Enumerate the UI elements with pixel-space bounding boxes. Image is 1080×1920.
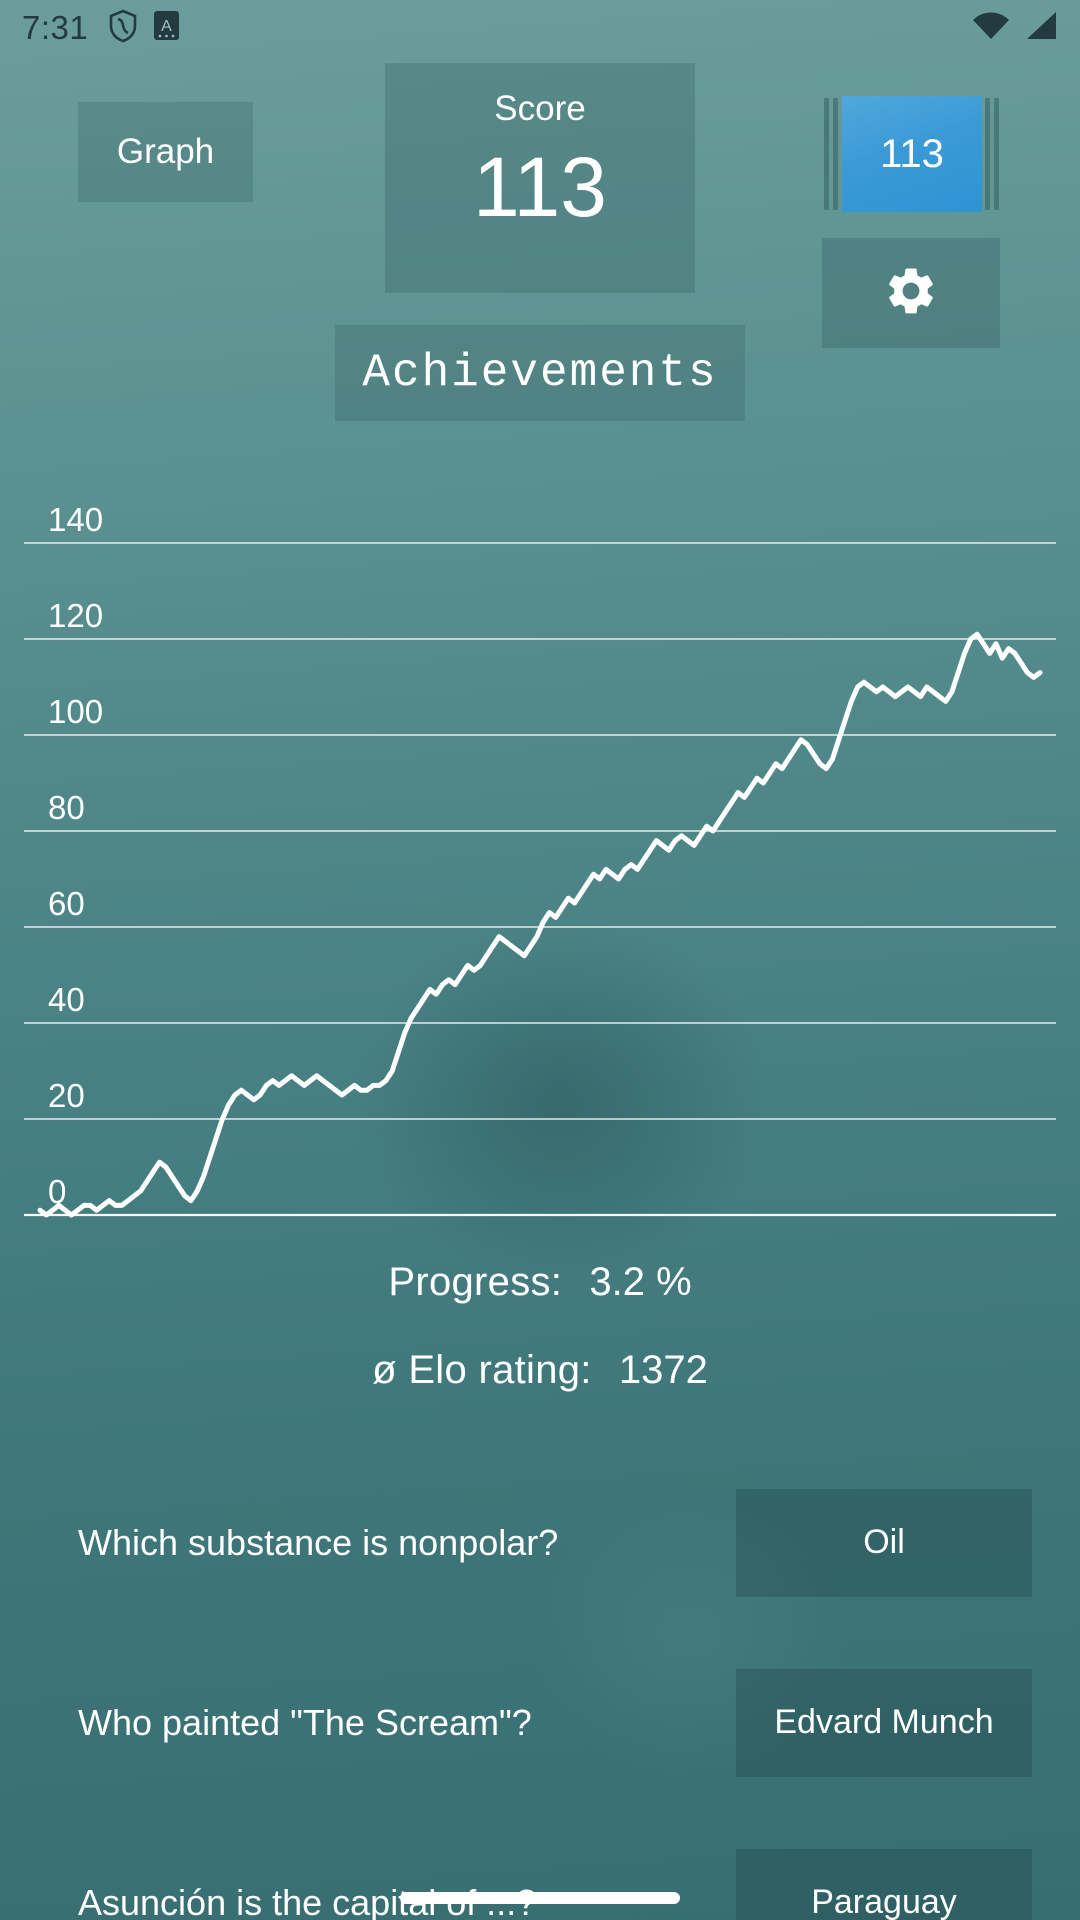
question-text: Which substance is nonpolar? [78, 1521, 559, 1563]
progress-value: 3.2 % [589, 1260, 692, 1304]
settings-button[interactable] [822, 238, 1000, 348]
app-root: 7:31 A Graph Score 113 Achievements 113 … [0, 0, 1080, 1920]
chart-y-tick-label: 20 [48, 1077, 85, 1114]
gear-icon [883, 263, 939, 324]
chart-y-tick-label: 40 [48, 981, 85, 1018]
chart-y-tick-label: 140 [48, 501, 103, 538]
chart-series-line [37, 631, 1043, 1218]
streak-card-wrapper[interactable]: 113 [822, 96, 1002, 212]
question-row[interactable]: Who painted "The Scream"? Edvard Munch [0, 1635, 1080, 1810]
progress-label: Progress: [388, 1260, 563, 1304]
chart-y-tick-label: 120 [48, 597, 103, 634]
wifi-icon [972, 11, 1010, 46]
streak-edge-right-outer [994, 98, 999, 210]
score-value: 113 [473, 140, 607, 234]
score-card[interactable]: Score 113 [385, 63, 695, 293]
question-row[interactable]: Which substance is nonpolar? Oil [0, 1455, 1080, 1630]
score-label: Score [494, 89, 586, 128]
graph-button-label: Graph [116, 132, 215, 171]
streak-edge-left-inner [833, 98, 838, 210]
chart-y-tick-label: 60 [48, 885, 85, 922]
streak-edge-right-inner [985, 98, 990, 210]
shield-icon [108, 9, 138, 48]
elo-stat: ø Elo rating: 1372 [0, 1348, 1080, 1393]
question-text: Who painted "The Scream"? [78, 1701, 532, 1743]
status-bar-clock: 7:31 [22, 9, 89, 46]
graph-button[interactable]: Graph [78, 102, 253, 202]
answer-button[interactable]: Paraguay [736, 1848, 1032, 1920]
status-bar: 7:31 A [0, 0, 1080, 56]
streak-card[interactable]: 113 [842, 96, 982, 212]
achievements-title-banner: Achievements [335, 325, 745, 421]
cell-signal-icon [1024, 11, 1058, 46]
elo-label: ø Elo rating: [372, 1348, 592, 1392]
alphabet-badge-icon: A [153, 10, 180, 46]
page-title: Achievements [362, 347, 718, 399]
status-bar-left-icons: A [108, 9, 180, 48]
chart-y-tick-label: 100 [48, 693, 103, 730]
home-gesture-bar[interactable] [400, 1892, 680, 1904]
status-bar-right-icons [972, 11, 1058, 46]
elo-value: 1372 [618, 1348, 708, 1392]
answer-button[interactable]: Edvard Munch [736, 1668, 1032, 1777]
progress-stat: Progress: 3.2 % [0, 1260, 1080, 1305]
score-history-chart[interactable]: 0 20 40 60 80 100 120 140 [0, 455, 1080, 1245]
answer-button[interactable]: Oil [736, 1488, 1032, 1597]
chart-y-tick-label: 80 [48, 789, 85, 826]
svg-text:A: A [161, 18, 172, 35]
streak-value: 113 [880, 131, 944, 176]
streak-edge-left-outer [824, 98, 829, 210]
question-row[interactable]: Asunción is the capital of ...? Paraguay [0, 1815, 1080, 1920]
chart-canvas: 020406080100120140 [24, 501, 1056, 1218]
